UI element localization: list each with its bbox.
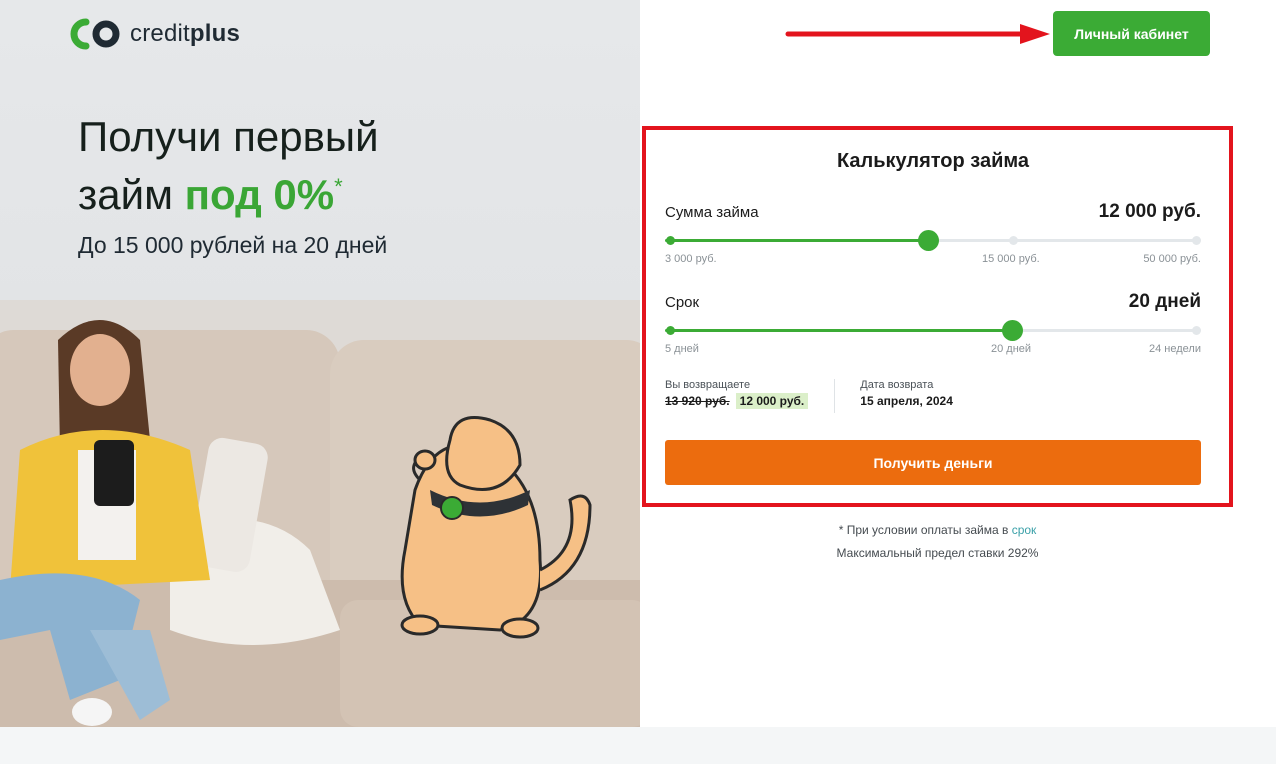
term-slider-handle[interactable] bbox=[1001, 320, 1023, 341]
amount-tick-mid: 15 000 руб. bbox=[982, 253, 1040, 265]
amount-slider-dot-mid bbox=[1009, 236, 1018, 245]
loan-calculator: Калькулятор займа Сумма займа 12 000 руб… bbox=[665, 140, 1201, 485]
term-label: Срок bbox=[665, 294, 700, 311]
personal-account-button[interactable]: Личный кабинет bbox=[1053, 11, 1210, 56]
term-link[interactable]: срок bbox=[1012, 523, 1037, 537]
return-old-amount: 13 920 руб. bbox=[665, 394, 730, 408]
term-slider-dot-max bbox=[1192, 326, 1201, 335]
term-tick-mid: 20 дней bbox=[991, 343, 1032, 355]
condition-note: * При условии оплаты займа в срок bbox=[642, 523, 1233, 537]
logo-icon bbox=[70, 18, 120, 50]
term-tick-min: 5 дней bbox=[665, 343, 699, 355]
logo-text: creditplus bbox=[130, 20, 241, 47]
amount-row: Сумма займа 12 000 руб. 3 000 руб. 15 00… bbox=[665, 201, 1201, 267]
term-slider-fill bbox=[665, 329, 1012, 332]
amount-slider-dot-min bbox=[666, 236, 675, 245]
logo[interactable]: creditplus bbox=[70, 18, 240, 50]
amount-slider-handle[interactable] bbox=[917, 230, 939, 251]
amount-tick-max: 50 000 руб. bbox=[1143, 253, 1201, 265]
loan-summary: Вы возвращаете 13 920 руб. 12 000 руб. Да… bbox=[665, 379, 1201, 413]
term-row: Срок 20 дней 5 дней 20 дней 24 недели bbox=[665, 291, 1201, 357]
hero-subtitle: До 15 000 рублей на 20 дней bbox=[78, 232, 388, 258]
term-slider-dot-min bbox=[666, 326, 675, 335]
amount-label: Сумма займа bbox=[665, 204, 759, 221]
summary-divider bbox=[834, 379, 836, 413]
amount-slider-dot-max bbox=[1192, 236, 1201, 245]
term-slider[interactable] bbox=[665, 320, 1201, 341]
term-ticks: 5 дней 20 дней 24 недели bbox=[665, 343, 1201, 357]
condition-note-text: * При условии оплаты займа в bbox=[838, 523, 1012, 537]
amount-ticks: 3 000 руб. 15 000 руб. 50 000 руб. bbox=[665, 253, 1201, 267]
term-tick-max: 24 недели bbox=[1149, 343, 1201, 355]
hero-title: Получи первый займ под 0%* bbox=[78, 112, 379, 220]
red-arrow-icon bbox=[785, 24, 1050, 44]
hero-illustration bbox=[0, 300, 640, 727]
calculator-title: Калькулятор займа bbox=[836, 150, 1030, 172]
return-amount-block: Вы возвращаете 13 920 руб. 12 000 руб. bbox=[665, 379, 809, 413]
term-value: 20 дней bbox=[1128, 291, 1201, 312]
hero-title-line1: Получи первый bbox=[78, 113, 379, 160]
return-date-block: Дата возврата 15 апреля, 2024 bbox=[860, 379, 953, 413]
hero-title-plain: займ bbox=[78, 171, 185, 218]
hero-title-green: под 0% bbox=[184, 171, 335, 218]
amount-slider-fill bbox=[665, 239, 928, 242]
hero-title-asterisk: * bbox=[334, 174, 343, 199]
return-date-label: Дата возврата bbox=[860, 379, 934, 391]
return-amount-label: Вы возвращаете bbox=[665, 379, 751, 391]
get-money-button[interactable]: Получить деньги bbox=[665, 440, 1201, 485]
amount-value: 12 000 руб. bbox=[1098, 201, 1201, 222]
amount-tick-min: 3 000 руб. bbox=[665, 253, 717, 265]
page: creditplus Получи первый займ под 0%* До… bbox=[0, 0, 1276, 764]
max-rate-note: Максимальный предел ставки 292% bbox=[836, 546, 1039, 560]
footer-band bbox=[0, 727, 1276, 764]
return-date-value: 15 апреля, 2024 bbox=[860, 394, 953, 408]
return-new-amount: 12 000 руб. bbox=[735, 393, 809, 409]
amount-slider[interactable] bbox=[665, 230, 1201, 251]
hero-section: creditplus Получи первый займ под 0%* До… bbox=[0, 0, 640, 727]
